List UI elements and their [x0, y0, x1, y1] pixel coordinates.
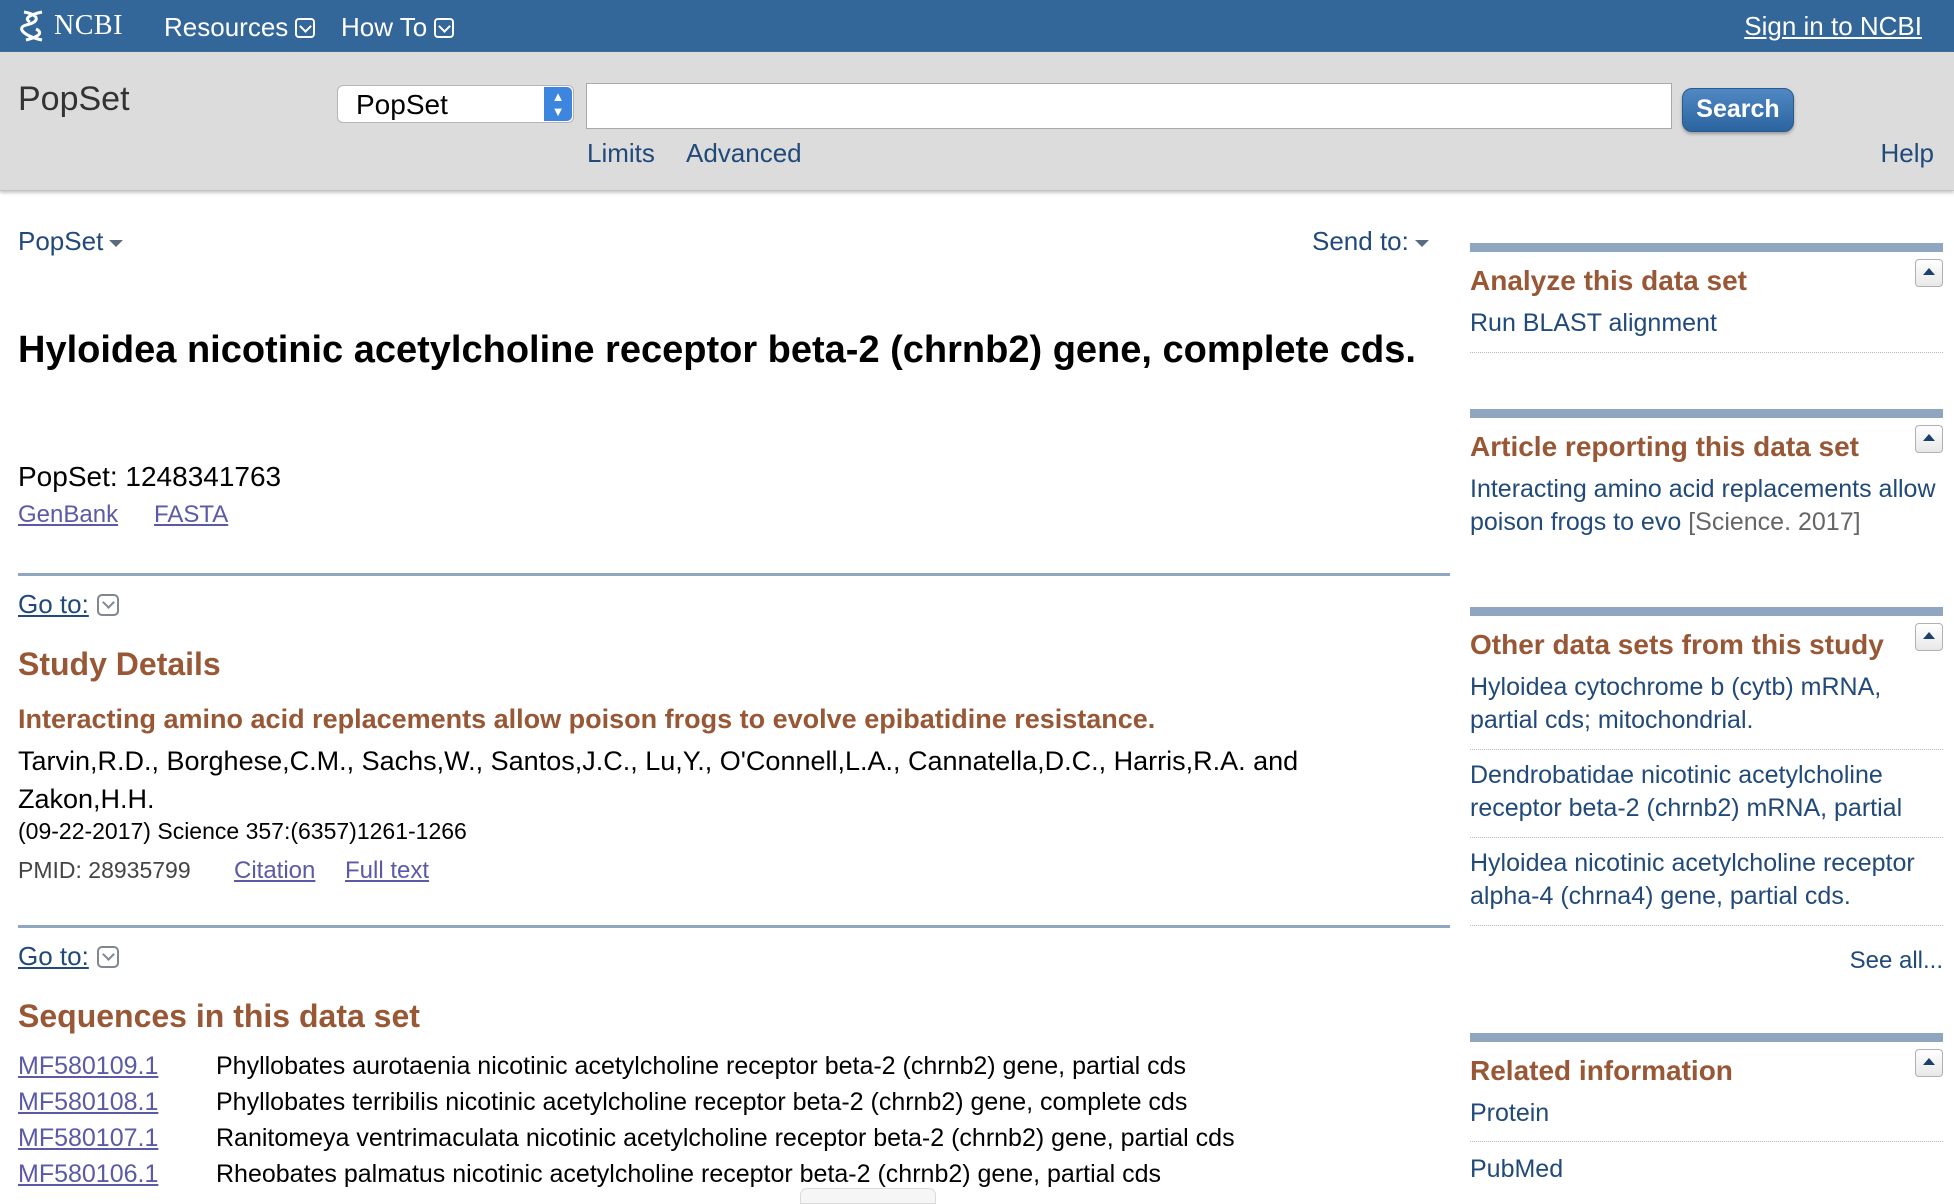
section-divider	[18, 925, 1450, 928]
see-all-link[interactable]: See all...	[1850, 947, 1943, 975]
collapse-icon[interactable]	[1915, 425, 1943, 453]
sequence-row: MF580107.1 Ranitomeya ventrimaculata nic…	[18, 1124, 1468, 1160]
help-link[interactable]: Help	[1881, 138, 1934, 169]
page-title: Hyloidea nicotinic acetylcholine recepto…	[18, 329, 1416, 371]
resources-label: Resources	[164, 12, 289, 42]
related-info-title: Related information	[1470, 1055, 1733, 1086]
ncbi-header: NCBI Resources How To Sign in to NCBI	[0, 0, 1954, 52]
portlet-bar	[1470, 409, 1943, 418]
pubmed-link[interactable]: PubMed	[1470, 1153, 1943, 1186]
sequence-row: MF580108.1 Phyllobates terribilis nicoti…	[18, 1088, 1468, 1124]
accession-link[interactable]: MF580106.1	[18, 1160, 158, 1189]
journal-citation: (09-22-2017) Science 357:(6357)1261-1266	[18, 818, 467, 844]
database-menu-label: PopSet	[18, 226, 104, 256]
goto-label: Go to:	[18, 589, 89, 619]
goto-menu[interactable]: Go to:	[18, 941, 119, 972]
dotted-divider	[1470, 837, 1943, 838]
portlet-bar	[1470, 243, 1943, 252]
dotted-divider	[1470, 1141, 1943, 1142]
full-text-link[interactable]: Full text	[345, 857, 429, 885]
protein-link[interactable]: Protein	[1470, 1097, 1943, 1130]
article-portlet: Article reporting this data set Interact…	[1470, 409, 1943, 569]
sequence-description: Phyllobates aurotaenia nicotinic acetylc…	[216, 1052, 1187, 1080]
accession-link[interactable]: MF580108.1	[18, 1088, 158, 1117]
genbank-format-link[interactable]: GenBank	[18, 501, 118, 529]
ncbi-logo[interactable]: NCBI	[18, 8, 123, 44]
caret-down-icon	[1414, 239, 1429, 247]
database-select-value: PopSet	[356, 89, 448, 120]
article-source: [Science. 2017]	[1688, 508, 1861, 536]
ncbi-helix-icon	[20, 10, 43, 42]
limits-link[interactable]: Limits	[587, 138, 655, 169]
sequence-row: MF580106.1 Rheobates palmatus nicotinic …	[18, 1160, 1468, 1196]
article-entry: Interacting amino acid replacements allo…	[1470, 473, 1943, 539]
authors: Tarvin,R.D., Borghese,C.M., Sachs,W., Sa…	[18, 746, 1299, 814]
article-title: Interacting amino acid replacements allo…	[18, 704, 1156, 734]
chevron-down-icon	[295, 17, 316, 38]
run-blast-link[interactable]: Run BLAST alignment	[1470, 307, 1943, 340]
collapse-icon[interactable]	[1915, 623, 1943, 651]
portlet-bar	[1470, 1033, 1943, 1042]
select-stepper-icon: ▲ ▼	[544, 87, 572, 121]
search-input[interactable]	[586, 83, 1672, 129]
chevron-down-icon	[434, 17, 455, 38]
pmid: PMID: 28935799	[18, 857, 191, 883]
other-dataset-link[interactable]: Hyloidea nicotinic acetylcholine recepto…	[1470, 847, 1943, 913]
sequences-heading: Sequences in this data set	[18, 998, 420, 1034]
sequence-row: MF580109.1 Phyllobates aurotaenia nicoti…	[18, 1052, 1468, 1088]
send-to-menu[interactable]: Send to:	[1312, 226, 1429, 257]
advanced-link[interactable]: Advanced	[686, 138, 802, 169]
database-select[interactable]: PopSet ▲ ▼	[337, 85, 574, 123]
database-menu[interactable]: PopSet	[18, 226, 124, 257]
sequence-description: Phyllobates terribilis nicotinic acetylc…	[216, 1088, 1188, 1116]
howto-menu[interactable]: How To	[341, 12, 455, 43]
citation-link[interactable]: Citation	[234, 857, 315, 885]
analyze-title: Analyze this data set	[1470, 265, 1747, 296]
analyze-portlet: Analyze this data set Run BLAST alignmen…	[1470, 243, 1943, 363]
goto-label: Go to:	[18, 941, 89, 971]
popset-id: PopSet: 1248341763	[18, 461, 282, 492]
goto-menu[interactable]: Go to:	[18, 589, 119, 620]
chevron-down-icon	[96, 945, 119, 968]
search-bar: PopSet PopSet ▲ ▼ Search Limits Advanced …	[0, 52, 1954, 191]
other-datasets-portlet: Other data sets from this study Hyloidea…	[1470, 607, 1943, 987]
dotted-divider	[1470, 749, 1943, 750]
resources-menu[interactable]: Resources	[164, 12, 316, 43]
send-to-label: Send to:	[1312, 226, 1409, 256]
article-portlet-title: Article reporting this data set	[1470, 431, 1859, 462]
portlet-bar	[1470, 607, 1943, 616]
sequence-description: Ranitomeya ventrimaculata nicotinic acet…	[216, 1124, 1235, 1152]
search-button[interactable]: Search	[1682, 88, 1794, 132]
section-divider	[18, 573, 1450, 576]
other-dataset-link[interactable]: Hyloidea cytochrome b (cytb) mRNA, parti…	[1470, 671, 1943, 737]
accession-link[interactable]: MF580109.1	[18, 1052, 158, 1081]
howto-label: How To	[341, 12, 428, 42]
other-datasets-title: Other data sets from this study	[1470, 629, 1884, 660]
collapse-icon[interactable]	[1915, 259, 1943, 287]
caret-down-icon	[109, 239, 124, 247]
other-dataset-link[interactable]: Dendrobatidae nicotinic acetylcholine re…	[1470, 759, 1943, 825]
study-details-heading: Study Details	[18, 646, 221, 682]
database-title: PopSet	[18, 80, 130, 118]
related-info-portlet: Related information Protein PubMed	[1470, 1033, 1943, 1200]
logo-text: NCBI	[54, 10, 123, 41]
scroll-handle[interactable]	[800, 1188, 936, 1204]
accession-link[interactable]: MF580107.1	[18, 1124, 158, 1153]
fasta-format-link[interactable]: FASTA	[154, 501, 228, 529]
collapse-icon[interactable]	[1915, 1049, 1943, 1077]
sign-in-link[interactable]: Sign in to NCBI	[1744, 11, 1922, 42]
sequence-description: Rheobates palmatus nicotinic acetylcholi…	[216, 1160, 1161, 1188]
dotted-divider	[1470, 925, 1943, 926]
chevron-down-icon	[96, 593, 119, 616]
dotted-divider	[1470, 352, 1943, 353]
